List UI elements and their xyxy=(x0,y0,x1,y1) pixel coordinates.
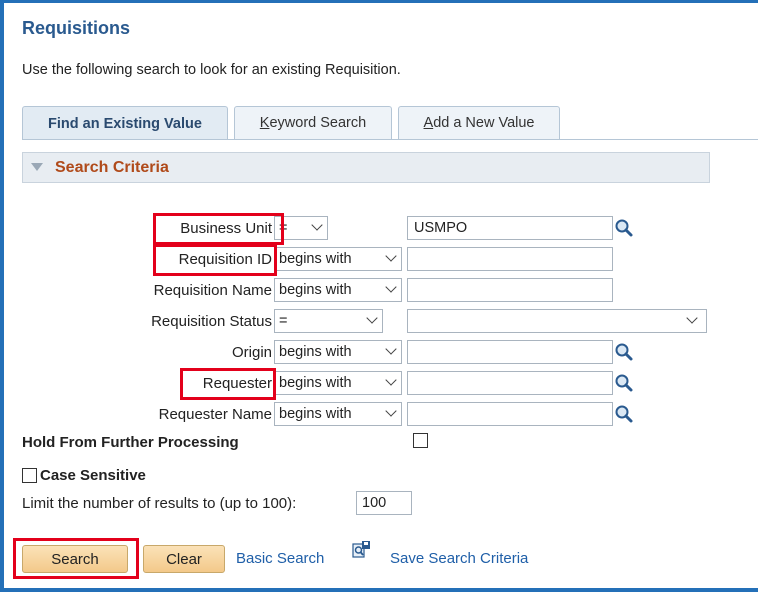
case-sensitive-label: Case Sensitive xyxy=(40,467,146,484)
chevron-down-icon xyxy=(311,219,323,231)
tab-keyword-search[interactable]: Keyword Search xyxy=(234,106,392,139)
page-description: Use the following search to look for an … xyxy=(22,62,401,78)
clear-button[interactable]: Clear xyxy=(143,545,225,573)
chevron-down-icon xyxy=(385,250,397,262)
tab-divider xyxy=(22,139,758,140)
requisition-id-input[interactable] xyxy=(407,247,613,271)
tab-find-existing-value[interactable]: Find an Existing Value xyxy=(22,106,228,140)
chevron-down-icon xyxy=(385,281,397,293)
requester-name-label: Requester Name xyxy=(158,406,272,423)
highlight-search-button xyxy=(13,538,139,579)
window-frame-bottom xyxy=(0,588,758,592)
requester-name-operator-select[interactable]: begins with xyxy=(274,402,402,426)
requisition-name-label: Requisition Name xyxy=(153,282,272,299)
save-search-criteria-link[interactable]: Save Search Criteria xyxy=(390,550,528,567)
origin-operator-select[interactable]: begins with xyxy=(274,340,402,364)
criteria-row-requisition-status: Requisition Status = xyxy=(0,309,758,335)
tab-label: Find an Existing Value xyxy=(48,115,202,132)
section-title: Search Criteria xyxy=(55,159,169,176)
chevron-down-icon xyxy=(385,374,397,386)
save-search-icon[interactable] xyxy=(352,540,372,560)
criteria-row-requisition-name: Requisition Name begins with xyxy=(0,278,758,304)
limit-results-input[interactable]: 100 xyxy=(356,491,412,515)
criteria-row-requester-name: Requester Name begins with xyxy=(0,402,758,428)
requester-name-input[interactable] xyxy=(407,402,613,426)
tab-add-new-value[interactable]: Add a New Value xyxy=(398,106,560,139)
business-unit-lookup-icon[interactable] xyxy=(614,218,634,238)
search-criteria-section-header[interactable]: Search Criteria xyxy=(22,152,710,183)
highlight-requisition-id xyxy=(153,244,277,276)
criteria-row-origin: Origin begins with xyxy=(0,340,758,366)
collapse-arrow-icon[interactable] xyxy=(31,163,43,171)
chevron-down-icon xyxy=(385,405,397,417)
requisition-status-select[interactable] xyxy=(407,309,707,333)
requester-name-lookup-icon[interactable] xyxy=(614,404,634,424)
origin-input[interactable] xyxy=(407,340,613,364)
chevron-down-icon xyxy=(686,312,698,324)
basic-search-link[interactable]: Basic Search xyxy=(236,550,324,567)
hold-from-processing-checkbox[interactable] xyxy=(413,433,428,448)
highlight-business-unit xyxy=(153,213,284,245)
origin-lookup-icon[interactable] xyxy=(614,342,634,362)
requester-input[interactable] xyxy=(407,371,613,395)
page-title: Requisitions xyxy=(22,18,131,38)
business-unit-input[interactable]: USMPO xyxy=(407,216,613,240)
requisition-id-operator-select[interactable]: begins with xyxy=(274,247,402,271)
chevron-down-icon xyxy=(385,343,397,355)
case-sensitive-checkbox[interactable] xyxy=(22,468,37,483)
requester-operator-select[interactable]: begins with xyxy=(274,371,402,395)
tab-label: Keyword Search xyxy=(259,115,367,131)
criteria-row-business-unit: Business Unit = USMPO xyxy=(0,216,758,242)
criteria-row-requisition-id: Requisition ID begins with xyxy=(0,247,758,273)
chevron-down-icon xyxy=(366,312,378,324)
requisition-status-operator-select[interactable]: = xyxy=(274,309,383,333)
hold-from-processing-label: Hold From Further Processing xyxy=(22,434,239,451)
limit-results-label: Limit the number of results to (up to 10… xyxy=(22,495,297,512)
highlight-requester xyxy=(180,368,276,400)
tab-label: Add a New Value xyxy=(423,115,535,131)
requester-lookup-icon[interactable] xyxy=(614,373,634,393)
requisition-name-input[interactable] xyxy=(407,278,613,302)
requisition-name-operator-select[interactable]: begins with xyxy=(274,278,402,302)
requisition-status-label: Requisition Status xyxy=(151,313,272,330)
origin-label: Origin xyxy=(231,344,272,361)
window-frame-top xyxy=(0,0,758,3)
criteria-row-requester: Requester begins with xyxy=(0,371,758,397)
